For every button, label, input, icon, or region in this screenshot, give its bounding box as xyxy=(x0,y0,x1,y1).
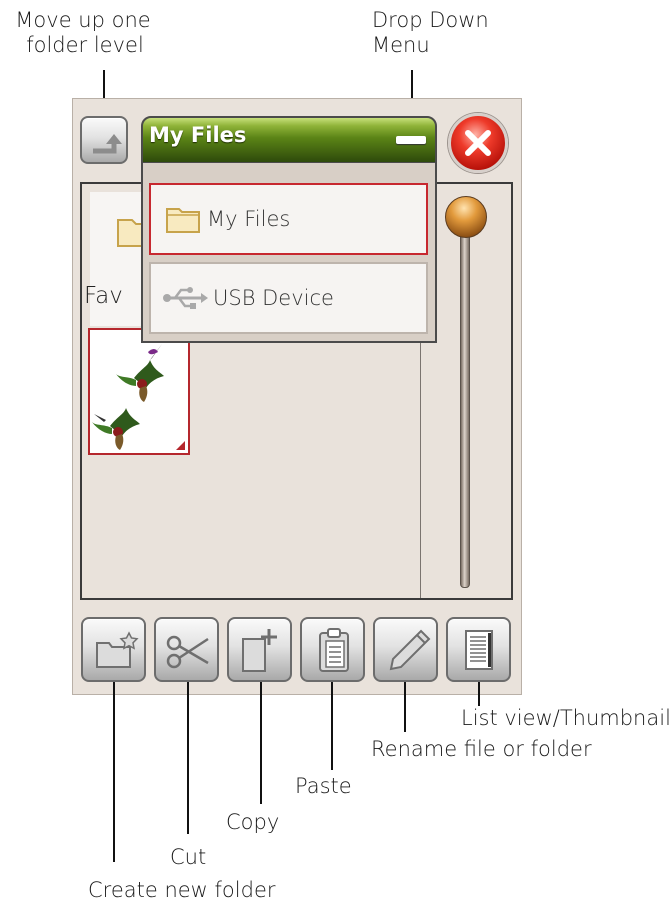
selection-corner-marker xyxy=(176,441,185,450)
callout-paste: Paste xyxy=(295,774,352,798)
copy-icon xyxy=(242,629,277,672)
paste-button[interactable] xyxy=(300,617,365,682)
usb-icon xyxy=(163,287,208,309)
pencil-icon xyxy=(389,629,431,671)
callout-copy: Copy xyxy=(226,810,280,834)
move-up-button[interactable] xyxy=(80,116,128,164)
callout-drop-down-line1: Drop Down xyxy=(372,8,489,32)
leader-paste xyxy=(331,682,333,770)
leader-cut xyxy=(187,682,189,834)
favorites-label: Fav xyxy=(84,283,123,309)
leader-rename xyxy=(404,682,406,732)
scissors-icon xyxy=(166,635,209,669)
leader-create-folder xyxy=(113,682,115,862)
callout-move-up: Move up one folder level xyxy=(8,8,158,58)
leader-list-view xyxy=(478,682,480,706)
callout-drop-down: Drop Down Menu xyxy=(372,8,489,58)
rename-button[interactable] xyxy=(373,617,438,682)
hummingbird-thumbnail xyxy=(92,344,164,450)
collapse-minus-icon[interactable] xyxy=(396,136,426,144)
callout-list-view: List view/Thumbnail xyxy=(461,706,670,730)
callout-rename: Rename file or folder xyxy=(371,737,592,761)
callout-drop-down-line2: Menu xyxy=(372,33,430,57)
clipboard-icon xyxy=(319,628,349,672)
callout-move-up-line2: folder level xyxy=(26,33,144,57)
cut-button[interactable] xyxy=(154,617,219,682)
leader-copy xyxy=(260,682,262,804)
close-button[interactable] xyxy=(448,113,508,173)
folder-star-icon xyxy=(96,631,139,668)
folder-up-icon xyxy=(93,134,122,154)
embroidery-file-tile[interactable] xyxy=(88,328,190,455)
copy-button[interactable] xyxy=(227,617,292,682)
dropdown-item-usb-device[interactable]: USB Device xyxy=(149,262,428,334)
dropdown-item-label: USB Device xyxy=(213,286,334,310)
list-view-button[interactable] xyxy=(446,617,511,682)
create-folder-button[interactable] xyxy=(81,617,146,682)
dropdown-title: My Files xyxy=(149,123,247,147)
close-icon xyxy=(465,130,491,156)
callout-cut: Cut xyxy=(170,845,207,869)
callout-create-folder: Create new folder xyxy=(88,878,276,902)
scrollbar-track[interactable] xyxy=(460,232,470,588)
dropdown-item-label: My Files xyxy=(207,207,291,231)
callout-move-up-line1: Move up one xyxy=(15,8,151,32)
dropdown-item-my-files[interactable]: My Files xyxy=(149,183,428,255)
scrollbar-knob[interactable] xyxy=(445,196,487,238)
folder-icon xyxy=(166,208,200,233)
list-icon xyxy=(465,630,493,670)
